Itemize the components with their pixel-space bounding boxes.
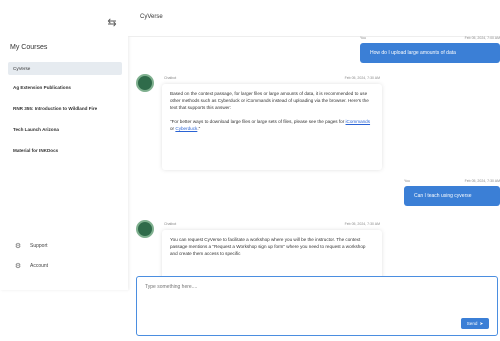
assistant-message-text: You can request CyVerse to facilitate a … xyxy=(170,237,366,257)
chat-header: CyVerse xyxy=(128,0,500,37)
message-input[interactable] xyxy=(143,282,487,316)
user-message: You Feb 05, 2024, 7:30 AM Can I teach us… xyxy=(404,179,500,206)
message-sender: You xyxy=(404,179,410,183)
message-sender: Chatbot xyxy=(164,76,177,80)
course-item-cyverse[interactable]: CyVerse xyxy=(8,62,122,75)
gear-icon: ⚙ xyxy=(14,243,22,250)
user-message: You Feb 05, 2024, 7:00 AM How do I uploa… xyxy=(360,36,500,63)
account-link[interactable]: ⚙ Account xyxy=(14,262,48,270)
cyberduck-link[interactable]: Cyberduck xyxy=(175,126,197,131)
account-icon: ⚙ xyxy=(14,263,22,270)
course-item-inkdocs[interactable]: Material for INKDocs xyxy=(8,144,122,157)
collapse-sidebar-button[interactable]: ⇆ xyxy=(102,12,122,32)
sidebar: ⇆ My Courses CyVerse Ag Extension Public… xyxy=(0,0,128,290)
assistant-message-text: Based on the context passage, for larger… xyxy=(170,91,369,111)
assistant-message-bubble: Based on the context passage, for larger… xyxy=(162,84,382,170)
send-label: Send xyxy=(466,321,478,326)
send-icon: ➤ xyxy=(479,320,484,326)
message-sender: You xyxy=(360,36,366,40)
account-label: Account xyxy=(30,263,49,269)
message-time: Feb 05, 2024, 7:30 AM xyxy=(464,179,500,183)
user-message-bubble: How do I upload large amounts of data xyxy=(360,43,500,63)
message-time: Feb 05, 2024, 7:30 AM xyxy=(344,76,380,80)
course-item-tech-launch[interactable]: Tech Launch Arizona xyxy=(8,123,122,136)
assistant-message-bubble: You can request CyVerse to facilitate a … xyxy=(162,230,382,276)
sidebar-title: My Courses xyxy=(10,44,48,51)
message-time: Feb 05, 2024, 7:30 AM xyxy=(344,222,380,226)
user-message-bubble: Can I teach using cyverse xyxy=(404,186,500,206)
chatbot-avatar xyxy=(136,74,154,92)
course-list: CyVerse Ag Extension Publications RNR 35… xyxy=(8,62,122,165)
course-item-ag-extension[interactable]: Ag Extension Publications xyxy=(8,81,122,94)
send-button[interactable]: Send ➤ xyxy=(461,318,489,329)
support-link[interactable]: ⚙ Support xyxy=(14,242,48,250)
message-time: Feb 05, 2024, 7:00 AM xyxy=(464,36,500,40)
message-sender: Chatbot xyxy=(164,222,177,226)
chat-title: CyVerse xyxy=(140,14,163,20)
assistant-message-quote: "For better ways to download large files… xyxy=(170,118,371,131)
sidebar-footer: ⚙ Support ⚙ Account xyxy=(14,242,48,282)
message-list: You Feb 05, 2024, 7:00 AM How do I uploa… xyxy=(128,36,500,276)
support-label: Support xyxy=(30,243,48,249)
icommands-link[interactable]: iCommands xyxy=(346,119,371,124)
sidebar-toggle-icon: ⇆ xyxy=(107,16,117,29)
course-item-rnr-355[interactable]: RNR 355: Introduction to Wildland Fire xyxy=(8,102,122,115)
chatbot-avatar xyxy=(136,220,154,238)
message-composer: Send ➤ xyxy=(136,276,498,336)
